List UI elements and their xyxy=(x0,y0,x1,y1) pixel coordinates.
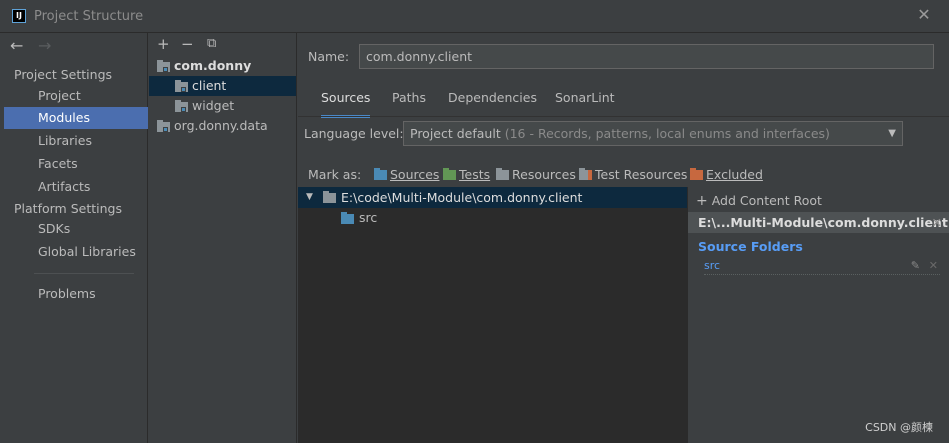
mark-as-tests-button[interactable]: Tests xyxy=(443,167,490,182)
source-folder-label: src xyxy=(359,210,378,225)
tree-node-label: widget xyxy=(192,98,235,113)
project-settings-header: Project Settings xyxy=(14,67,113,82)
tab-dependencies[interactable]: Dependencies xyxy=(448,90,537,118)
settings-nav: ← → Project Settings Project Modules Lib… xyxy=(0,33,148,443)
sources-folder-icon xyxy=(374,168,387,180)
edit-pencil-icon[interactable]: ✎ xyxy=(911,259,920,272)
source-folders-title: Source Folders xyxy=(698,239,803,254)
folder-icon xyxy=(323,191,336,203)
remove-icon[interactable]: − xyxy=(181,35,194,53)
source-folder-row[interactable]: src xyxy=(298,208,687,228)
plus-icon: + xyxy=(696,193,708,209)
add-content-root-label: Add Content Root xyxy=(711,193,822,208)
intellij-logo-icon: IJ xyxy=(12,9,26,23)
tab-paths[interactable]: Paths xyxy=(392,90,426,118)
forward-arrow-icon[interactable]: → xyxy=(38,36,51,55)
mark-as-sources-button[interactable]: Sources xyxy=(374,167,439,182)
content-root-path: E:\code\Multi-Module\com.donny.client xyxy=(341,190,583,205)
add-content-root-button[interactable]: + Add Content Root xyxy=(696,193,822,209)
remove-root-icon[interactable]: ✕ xyxy=(932,212,942,233)
nav-item-modules[interactable]: Modules xyxy=(4,107,148,129)
module-badge-icon xyxy=(181,87,186,92)
mark-as-label: Mark as: xyxy=(308,167,362,182)
test-resources-folder-icon xyxy=(579,168,592,180)
mark-label: Test Resources xyxy=(595,167,688,182)
chevron-down-icon: ▼ xyxy=(888,128,896,139)
module-badge-icon xyxy=(163,127,168,132)
tree-node-client[interactable]: client xyxy=(149,76,296,96)
add-icon[interactable]: + xyxy=(157,35,170,53)
content-root-details: + Add Content Root E:\...Multi-Module\co… xyxy=(687,187,949,443)
tree-node-label: com.donny xyxy=(174,58,252,73)
module-settings-panel: Name: com.donny.client Sources Paths Dep… xyxy=(298,33,949,443)
content-root-row[interactable]: ▼ E:\code\Multi-Module\com.donny.client xyxy=(298,187,687,208)
mark-label: Excluded xyxy=(706,167,763,182)
nav-item-global-libraries[interactable]: Global Libraries xyxy=(4,241,148,263)
language-level-label: Language level: xyxy=(304,126,404,141)
source-folder-entry-label: src xyxy=(704,259,721,272)
language-level-value: Project default xyxy=(410,126,501,141)
nav-item-artifacts[interactable]: Artifacts xyxy=(4,176,148,198)
watermark: CSDN @颜楝 xyxy=(865,421,933,434)
mark-label: Sources xyxy=(390,167,440,182)
nav-item-sdks[interactable]: SDKs xyxy=(4,218,148,240)
mark-as-test-resources-button[interactable]: Test Resources xyxy=(579,167,687,182)
module-badge-icon xyxy=(181,107,186,112)
chevron-down-icon[interactable]: ▼ xyxy=(306,187,313,208)
content-root-header: E:\...Multi-Module\com.donny.client ✕ xyxy=(688,212,949,233)
module-name-field[interactable]: com.donny.client xyxy=(359,44,934,69)
mark-label: Tests xyxy=(459,167,491,182)
platform-settings-header: Platform Settings xyxy=(14,201,122,216)
copy-icon[interactable]: ⧉ xyxy=(207,36,216,51)
language-level-select[interactable]: Project default (16 - Records, patterns,… xyxy=(403,121,903,146)
remove-folder-icon[interactable]: ✕ xyxy=(929,259,938,272)
window-title: Project Structure xyxy=(34,9,144,24)
content-roots-tree: ▼ E:\code\Multi-Module\com.donny.client … xyxy=(298,187,687,443)
module-tree: + − ⧉ com.donny client widget org.donny.… xyxy=(149,33,297,443)
back-arrow-icon[interactable]: ← xyxy=(10,36,23,55)
mark-label: Resources xyxy=(512,167,576,182)
mark-as-excluded-button[interactable]: Excluded xyxy=(690,167,763,182)
title-bar: IJ Project Structure ✕ xyxy=(0,0,949,33)
nav-divider xyxy=(34,273,134,274)
tabs-divider xyxy=(298,116,949,117)
name-label: Name: xyxy=(308,49,350,64)
tree-node-org-donny-data[interactable]: org.donny.data xyxy=(149,116,296,136)
tree-node-label: org.donny.data xyxy=(174,118,268,133)
nav-item-facets[interactable]: Facets xyxy=(4,153,148,175)
nav-item-problems[interactable]: Problems xyxy=(4,283,148,305)
module-badge-icon xyxy=(163,67,168,72)
excluded-folder-icon xyxy=(690,168,703,180)
source-folder-icon xyxy=(341,212,354,224)
tree-node-widget[interactable]: widget xyxy=(149,96,296,116)
content-root-header-label: E:\...Multi-Module\com.donny.client xyxy=(698,215,948,230)
resources-folder-icon xyxy=(496,168,509,180)
tests-folder-icon xyxy=(443,168,456,180)
language-level-hint: (16 - Records, patterns, local enums and… xyxy=(504,126,830,141)
tab-sonarlint[interactable]: SonarLint xyxy=(555,90,615,118)
nav-item-project[interactable]: Project xyxy=(4,85,148,107)
tree-node-com-donny[interactable]: com.donny xyxy=(149,56,296,76)
tree-node-label: client xyxy=(192,78,227,93)
mark-as-resources-button[interactable]: Resources xyxy=(496,167,576,182)
source-folder-entry[interactable]: src ✎ ✕ xyxy=(704,259,940,275)
nav-item-libraries[interactable]: Libraries xyxy=(4,130,148,152)
tab-sources[interactable]: Sources xyxy=(321,90,371,118)
close-icon[interactable]: ✕ xyxy=(915,6,933,24)
